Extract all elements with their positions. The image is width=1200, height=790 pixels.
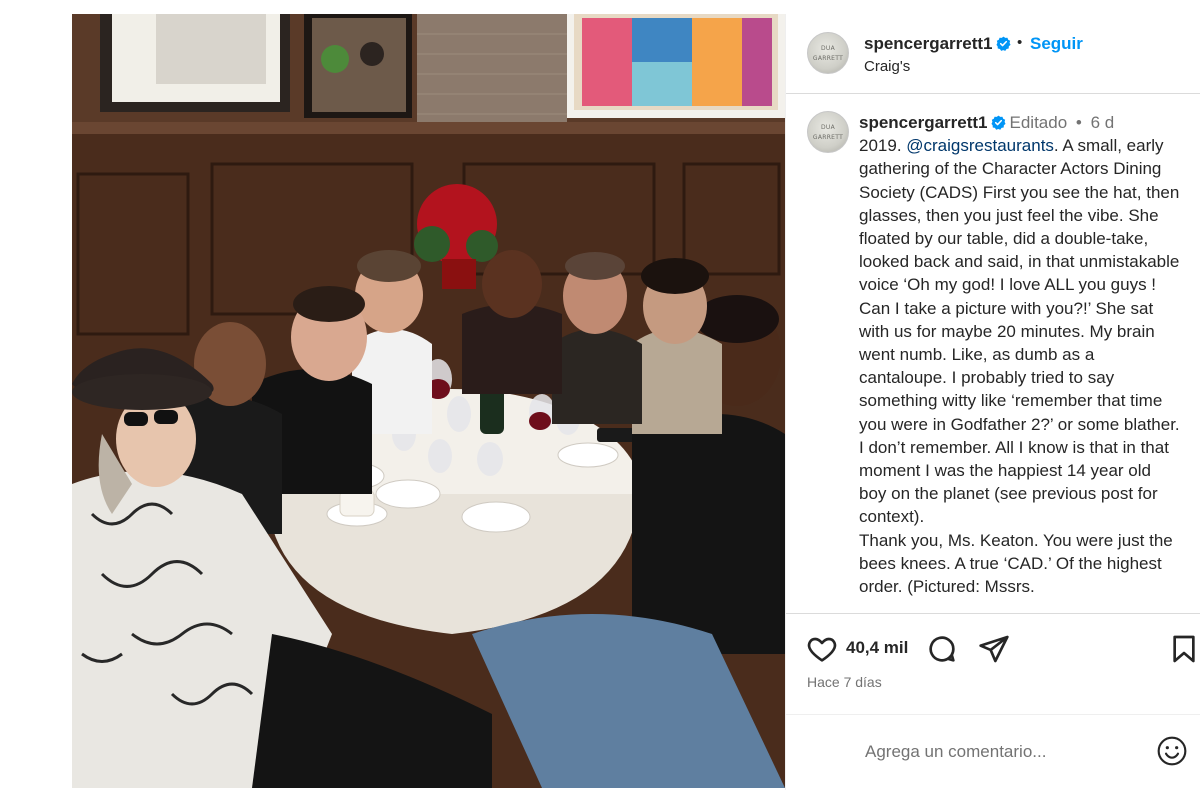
caption-verified-badge-icon — [990, 115, 1006, 130]
caption-username[interactable]: spencergarrett1 — [859, 113, 988, 132]
caption-body-2: Thank you, Ms. Keaton. You were just the… — [859, 530, 1178, 597]
avatar-text-line-1: DUA — [820, 45, 836, 52]
caption-body: . A small, early gathering of the Charac… — [859, 136, 1185, 527]
author-username-text: spencergarrett1 — [864, 34, 993, 53]
verified-badge-icon — [995, 36, 1011, 51]
comment-icon[interactable] — [926, 633, 958, 665]
bookmark-icon[interactable] — [1168, 633, 1200, 665]
avatar-text-line-2: GARRETT — [812, 55, 844, 62]
post-sidebar: DUA GARRETT spencergarrett1 • Seguir Cra… — [785, 14, 1200, 790]
follow-button[interactable]: Seguir — [1030, 34, 1083, 54]
caption-avatar-text-line-1: DUA — [820, 124, 836, 131]
share-icon[interactable] — [978, 633, 1010, 665]
caption-age: 6 d — [1090, 113, 1115, 132]
caption-avatar-text-line-2: GARRETT — [812, 134, 844, 141]
header-separator: • — [1017, 34, 1023, 51]
restaurant-group-photo — [72, 14, 785, 788]
post-photo[interactable] — [72, 14, 785, 788]
post-location[interactable]: Craig's — [864, 58, 910, 75]
caption-mention-link[interactable]: @craigsrestaurants — [906, 136, 1054, 155]
post-header: DUA GARRETT spencergarrett1 • Seguir Cra… — [786, 14, 1200, 94]
post-timestamp[interactable]: Hace 7 días — [807, 674, 882, 690]
comment-input[interactable]: Agrega un comentario... — [865, 742, 1046, 762]
likes-count[interactable]: 40,4 mil — [846, 638, 908, 658]
caption-section[interactable]: DUA GARRETT spencergarrett1 Editado • 6 d… — [786, 95, 1200, 613]
caption-author-avatar[interactable]: DUA GARRETT — [807, 111, 849, 153]
caption-separator: • — [1075, 113, 1082, 132]
comment-box[interactable]: Agrega un comentario... — [786, 714, 1200, 790]
instagram-post-viewer: DUA GARRETT spencergarrett1 • Seguir Cra… — [0, 0, 1200, 790]
author-username[interactable]: spencergarrett1 — [864, 34, 1011, 54]
heart-icon[interactable] — [806, 633, 838, 665]
caption-text: spencergarrett1 Editado • 6 d 2019. @crai… — [859, 111, 1181, 598]
caption-year: 2019. — [859, 136, 907, 156]
edited-label: Editado — [1009, 113, 1068, 132]
emoji-icon[interactable] — [1156, 735, 1188, 767]
author-avatar[interactable]: DUA GARRETT — [807, 32, 849, 74]
